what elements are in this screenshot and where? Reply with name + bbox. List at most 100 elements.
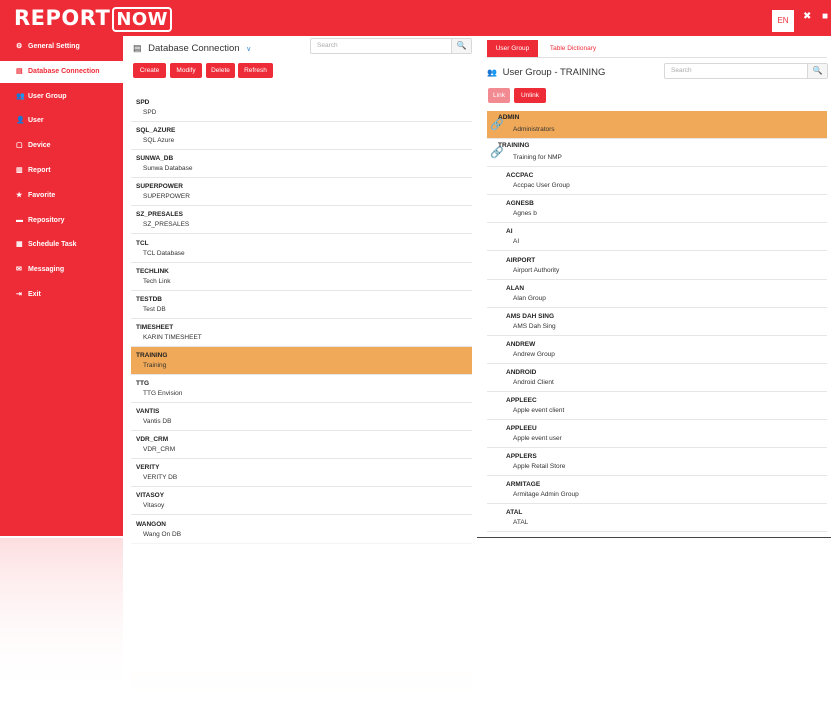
sidebar-item-user-group[interactable]: 👥 User Group — [0, 86, 123, 108]
refresh-button[interactable]: Refresh — [238, 63, 273, 78]
list-item[interactable]: AIRPORT Airport Authority — [487, 252, 827, 280]
tab-user-group[interactable]: User Group — [487, 40, 538, 57]
list-item[interactable]: APPLERS Apple Retail Store — [487, 448, 827, 477]
list-item-code: APPLERS — [506, 453, 537, 461]
list-item[interactable]: SQL_AZURE SQL Azure — [131, 122, 472, 151]
list-item-desc: ATAL — [513, 519, 529, 527]
db-search-input[interactable]: Search 🔍 — [310, 38, 472, 54]
list-item-code: ATAL — [506, 509, 523, 517]
sidebar-item-report[interactable]: ▥ Report — [0, 160, 123, 182]
list-item[interactable]: AI AI — [487, 223, 827, 252]
list-item[interactable]: ACCPAC Accpac User Group — [487, 167, 827, 196]
menu-icon[interactable]: ■ — [822, 11, 828, 22]
user-profile-icon[interactable]: ✖ — [803, 11, 811, 22]
app-logo[interactable]: REPORT NOW — [14, 6, 173, 32]
list-item-code: AIRPORT — [506, 256, 536, 264]
list-item-desc: Vitasoy — [143, 502, 165, 510]
list-item-desc: KARIN TIMESHEET — [143, 333, 202, 341]
list-item[interactable]: TTG TTG Envision — [131, 375, 472, 404]
sidebar: ⚙ General Setting ▤ Database Connection 👥 Use… — [0, 36, 123, 536]
list-item[interactable]: SUPERPOWER SUPERPOWER — [131, 178, 472, 207]
list-item[interactable]: TECHLINK Tech Link — [131, 263, 472, 291]
modify-button[interactable]: Modify — [170, 63, 202, 78]
list-item-code: WANGON — [136, 520, 166, 528]
user-icon: 👤 — [16, 117, 25, 125]
list-item-code: ANDROID — [506, 368, 537, 376]
list-item-code: TESTDB — [136, 295, 162, 303]
list-item-desc: TCL Database — [143, 249, 185, 257]
mirror-reflection — [0, 538, 831, 723]
list-item-code: AMS DAH SING — [506, 312, 555, 320]
list-item-desc: Apple event user — [513, 435, 562, 443]
list-item-desc: Agnes b — [513, 210, 537, 218]
list-item[interactable]: VDR_CRM VDR_CRM — [131, 431, 472, 460]
list-item[interactable]: TCL TCL Database — [131, 235, 472, 263]
group-pane-title: User Group - TRAINING — [502, 67, 606, 78]
sidebar-item-database-connection[interactable]: ▤ Database Connection — [0, 60, 123, 83]
list-item-desc: Apple Retail Store — [513, 463, 566, 471]
sidebar-item-user[interactable]: 👤 User — [0, 110, 123, 132]
list-item-desc: SUPERPOWER — [143, 193, 190, 201]
delete-button[interactable]: Delete — [206, 63, 235, 78]
list-item-desc: Apple event client — [513, 407, 565, 414]
list-item[interactable]: SZ_PRESALES SZ_PRESALES — [131, 206, 472, 235]
group-search-input[interactable]: Search 🔍 — [664, 63, 828, 79]
list-item[interactable]: ARMITAGE Armitage Admin Group — [487, 476, 827, 505]
list-item-desc: VERITY DB — [143, 474, 178, 482]
list-item[interactable]: SPD SPD — [131, 94, 472, 123]
star-icon: ★ — [16, 191, 23, 199]
list-item-code: SZ_PRESALES — [136, 211, 183, 219]
sidebar-item-messaging[interactable]: ✉ Messaging — [0, 259, 123, 281]
list-item[interactable]: AMS DAH SING AMS Dah Sing — [487, 308, 827, 336]
create-button[interactable]: Create — [133, 63, 166, 78]
list-item[interactable]: TRAINING Training — [131, 346, 472, 375]
sidebar-item-repository[interactable]: ▬ Repository — [0, 210, 123, 232]
list-item-desc: Test DB — [143, 305, 166, 313]
sidebar-item-label: Repository — [28, 216, 65, 224]
list-item-code: TCL — [136, 239, 149, 247]
link-button[interactable]: Link — [488, 88, 510, 103]
list-item[interactable]: TIMESHEET KARIN TIMESHEET — [131, 319, 472, 347]
list-item-code: SQL_AZURE — [136, 127, 176, 135]
sidebar-item-general-setting[interactable]: ⚙ General Setting — [0, 36, 123, 58]
list-item[interactable]: 🔗 ADMIN Administrators — [487, 111, 827, 140]
list-item[interactable]: VITASOY Vitasoy — [131, 487, 472, 516]
list-item-desc: Alan Group — [513, 294, 546, 302]
sidebar-item-schedule-task[interactable]: ▦ Schedule Task — [0, 234, 123, 256]
group-pane-header: 👥 User Group - TRAINING — [487, 67, 605, 78]
list-item[interactable]: ATAL ATAL — [487, 504, 827, 533]
sidebar-item-device[interactable]: ▢ Device — [0, 135, 123, 157]
gear-icon: ⚙ — [16, 43, 23, 50]
search-icon[interactable]: 🔍 — [451, 39, 471, 53]
list-item[interactable]: 🔗 TRAINING Training for NMP — [487, 139, 827, 168]
list-item[interactable]: ALAN Alan Group — [487, 280, 827, 308]
search-icon[interactable]: 🔍 — [807, 64, 827, 78]
list-item-desc: SZ_PRESALES — [143, 221, 190, 229]
list-item-desc: Tech Link — [143, 277, 171, 285]
list-item[interactable]: APPLEEC Apple event client — [487, 392, 827, 421]
list-item[interactable]: ANDREW Andrew Group — [487, 336, 827, 364]
list-item-code: APPLEEC — [506, 397, 537, 404]
list-item-code: TECHLINK — [136, 267, 169, 275]
sidebar-item-exit[interactable]: ⇥ Exit — [0, 284, 123, 306]
page-title: Database Connection — [148, 43, 240, 54]
reflection-edge — [477, 537, 831, 538]
list-item[interactable]: AGNESB Agnes b — [487, 195, 827, 224]
tab-table-dictionary[interactable]: Table Dictionary — [543, 40, 603, 57]
unlink-button[interactable]: Unlink — [514, 88, 546, 103]
list-item-code: VITASOY — [136, 492, 165, 500]
list-item[interactable]: SUNWA_DB Sunwa Database — [131, 150, 472, 179]
language-switch[interactable]: EN — [772, 10, 794, 32]
list-item[interactable]: VERITY VERITY DB — [131, 459, 472, 488]
list-item[interactable]: ANDROID Android Client — [487, 364, 827, 392]
list-item-desc: Wang On DB — [143, 530, 182, 538]
list-item-code: TRAINING — [136, 351, 168, 359]
list-item-desc: Training — [143, 361, 167, 369]
list-item[interactable]: APPLEEU Apple event user — [487, 420, 827, 449]
chevron-down-icon[interactable]: ∨ — [246, 46, 251, 53]
list-item-desc: TTG Envision — [143, 390, 183, 397]
calendar-icon: ▦ — [16, 241, 23, 249]
list-item[interactable]: VANTIS Vantis DB — [131, 403, 472, 432]
sidebar-item-favorite[interactable]: ★ Favorite — [0, 185, 123, 207]
list-item[interactable]: TESTDB Test DB — [131, 291, 472, 319]
